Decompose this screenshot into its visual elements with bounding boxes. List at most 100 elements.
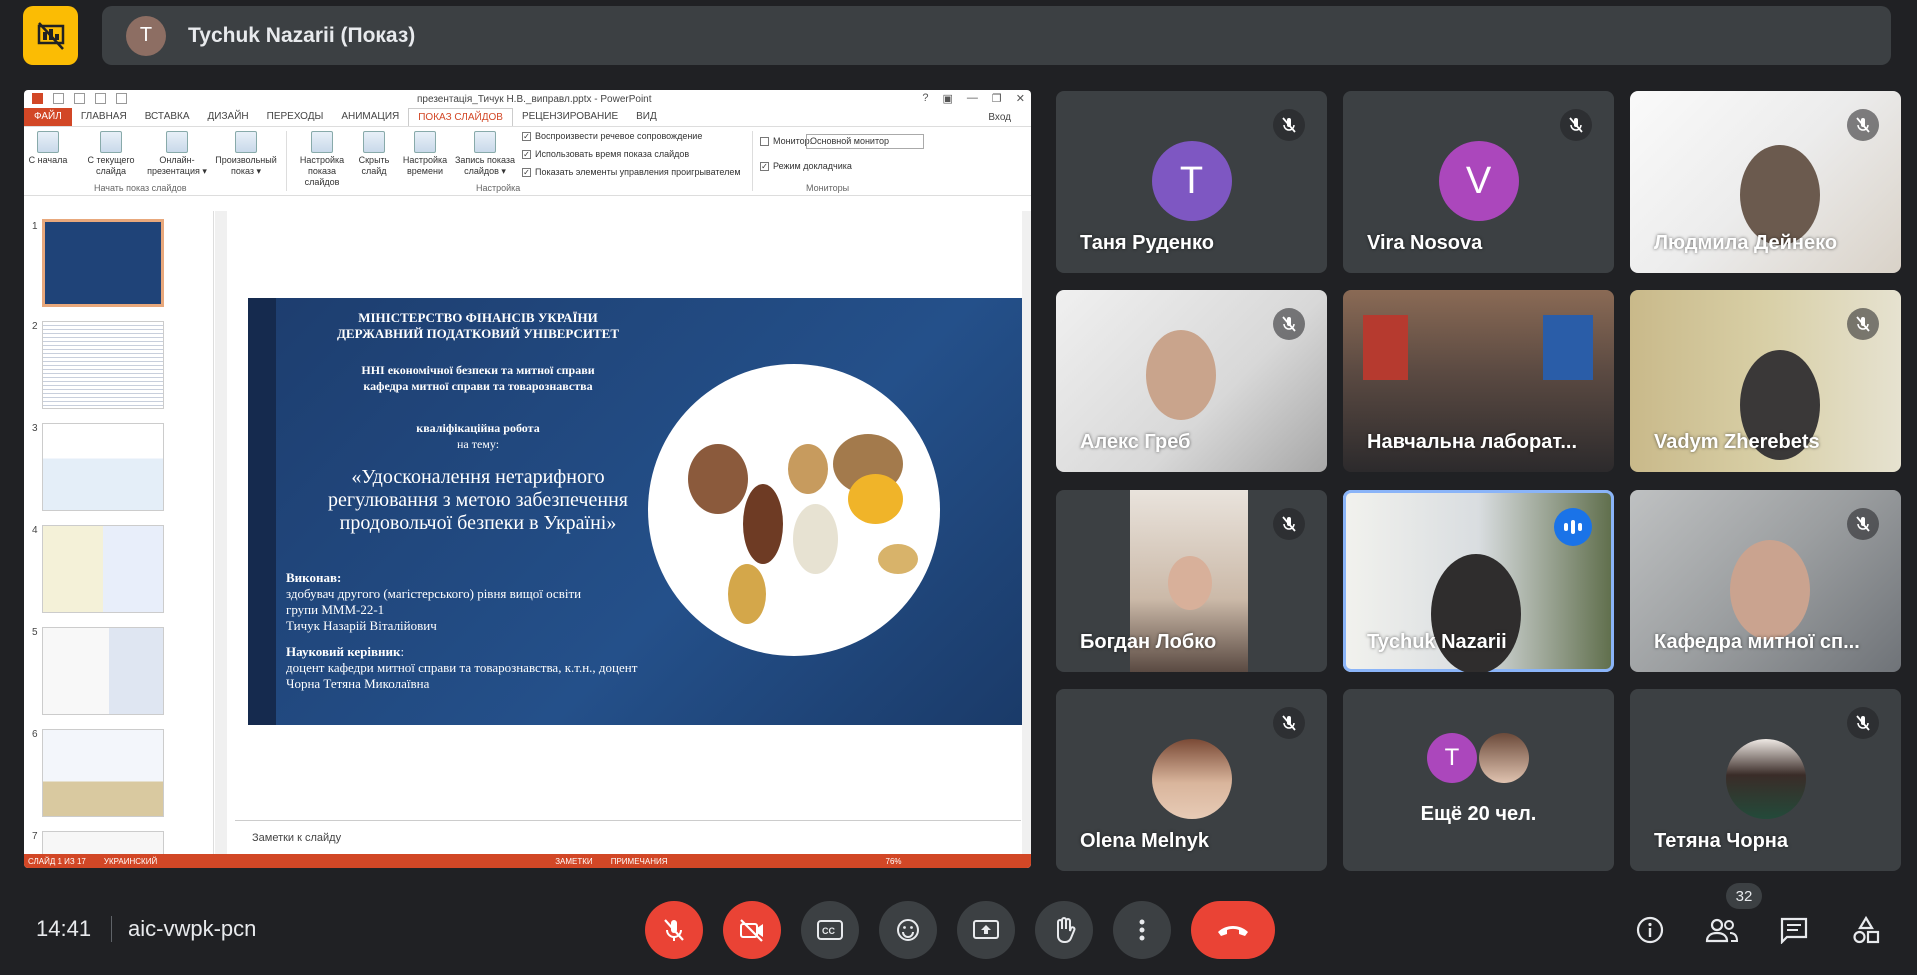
raise-hand-button[interactable] (1035, 901, 1093, 959)
video-person (1168, 556, 1212, 610)
custom-show-button[interactable]: Произвольный показ ▾ (214, 131, 278, 177)
participant-tile[interactable]: Кафедра митної сп... (1630, 490, 1901, 672)
captions-button[interactable]: CC (801, 901, 859, 959)
thumbnail-slide-6[interactable] (42, 729, 164, 817)
more-options-button[interactable] (1113, 901, 1171, 959)
meeting-time: 14:41 (36, 916, 92, 941)
rehearse-timing-button[interactable]: Настройка времени (398, 131, 452, 177)
narration-label: Воспроизвести речевое сопровождение (535, 131, 703, 141)
slide-title-line3: продовольчої безпеки в Україні» (339, 512, 617, 534)
video-person (1431, 554, 1521, 672)
record-show-button[interactable]: Запись показа слайдов ▾ (454, 131, 516, 177)
restore-button[interactable]: ❐ (992, 92, 1002, 105)
thumbnails-scrollbar[interactable] (215, 211, 227, 854)
slide-vertical-scrollbar[interactable] (1022, 211, 1031, 854)
leave-call-button[interactable] (1191, 901, 1275, 959)
more-participants-tile[interactable]: T Ещё 20 чел. (1343, 689, 1614, 871)
setup-show-button[interactable]: Настройка показа слайдов (292, 131, 352, 188)
thumbnail-slide-4[interactable] (42, 525, 164, 613)
tab-transitions[interactable]: ПЕРЕХОДЫ (258, 108, 333, 126)
slide-work-type: кваліфікаційна робота на тему: (288, 420, 668, 452)
presenter-view-label: Режим докладчика (773, 161, 852, 171)
from-start-button[interactable]: С начала (26, 131, 70, 166)
reactions-button[interactable] (879, 901, 937, 959)
slide-student-line1: здобувач другого (магістерського) рівня … (286, 586, 582, 601)
redo-icon[interactable] (74, 93, 85, 104)
from-current-button[interactable]: С текущего слайда (80, 131, 142, 177)
tab-review[interactable]: РЕЦЕНЗИРОВАНИЕ (513, 108, 627, 126)
participant-tile[interactable]: V Vira Nosova (1343, 91, 1614, 273)
ppt-window-title: презентація_Тичук Н.В._виправл.pptx - Po… (417, 94, 652, 105)
start-show-icon[interactable] (95, 93, 106, 104)
people-button[interactable] (1702, 910, 1742, 950)
tab-design[interactable]: ДИЗАЙН (199, 108, 258, 126)
chat-button[interactable] (1774, 910, 1814, 950)
participant-tile[interactable]: T Таня Руденко (1056, 91, 1327, 273)
slide-supervisor-line2: Чорна Тетяна Миколаївна (286, 676, 430, 691)
presenter-avatar: T (126, 15, 166, 56)
slide-ministry-line2: ДЕРЖАВНИЙ ПОДАТКОВИЙ УНІВЕРСИТЕТ (336, 326, 620, 341)
close-button[interactable]: ✕ (1016, 92, 1025, 105)
participant-tile[interactable]: Алекс Греб (1056, 290, 1327, 472)
status-comments-button[interactable]: ПРИМЕЧАНИЯ (611, 857, 668, 866)
slide-notes-input[interactable]: Заметки к слайду (235, 820, 1021, 854)
speaking-indicator-icon (1554, 508, 1592, 546)
tab-slideshow[interactable]: ПОКАЗ СЛАЙДОВ (408, 108, 513, 126)
save-icon[interactable] (116, 93, 127, 104)
participant-tile[interactable]: Olena Melnyk (1056, 689, 1327, 871)
narration-checkbox[interactable]: ✓ Воспроизвести речевое сопровождение (522, 131, 702, 141)
tab-view[interactable]: ВИД (627, 108, 666, 126)
meeting-code[interactable]: aic-vwpk-pcn (128, 916, 256, 942)
status-zoom[interactable]: 76% (886, 857, 902, 866)
participant-name: Навчальна лаборат... (1367, 431, 1578, 453)
presenter-view-checkbox[interactable]: ✓ Режим докладчика (760, 161, 852, 171)
thumb-number: 7 (32, 831, 38, 842)
current-slide[interactable]: МІНІСТЕРСТВО ФІНАНСІВ УКРАЇНИ ДЕРЖАВНИЙ … (248, 298, 1029, 725)
timings-checkbox[interactable]: ✓ Использовать время показа слайдов (522, 149, 689, 159)
map-continent (688, 444, 748, 514)
activities-button[interactable] (1846, 910, 1886, 950)
participant-tile[interactable]: Vadym Zherebets (1630, 290, 1901, 472)
monitor-select[interactable]: Основной монитор (806, 134, 924, 149)
participant-tile[interactable]: Людмила Дейнеко (1630, 91, 1901, 273)
captions-icon: CC (817, 920, 843, 940)
present-screen-button[interactable] (957, 901, 1015, 959)
meeting-info-button[interactable] (1630, 910, 1670, 950)
hide-slide-icon (363, 131, 385, 153)
thumb-number: 1 (32, 221, 38, 232)
thumbnail-slide-5[interactable] (42, 627, 164, 715)
participant-tile[interactable]: Тетяна Чорна (1630, 689, 1901, 871)
thumbnail-slide-3[interactable] (42, 423, 164, 511)
mic-toggle-button[interactable] (645, 901, 703, 959)
help-button[interactable]: ? (922, 92, 928, 105)
participant-tile[interactable]: Богдан Лобко (1056, 490, 1327, 672)
slide-title: «Удосконалення нетарифного регулювання з… (278, 466, 678, 535)
tab-insert[interactable]: ВСТАВКА (136, 108, 199, 126)
online-present-label: Онлайн-презентация ▾ (147, 155, 207, 176)
camera-toggle-button[interactable] (723, 901, 781, 959)
login-link[interactable]: Вход (988, 112, 1011, 123)
present-icon (973, 920, 999, 939)
ribbon-display-button[interactable]: ▣ (943, 92, 953, 105)
thumbnail-slide-1[interactable] (42, 219, 164, 307)
thumbnail-slide-7[interactable] (42, 831, 164, 854)
presentation-off-icon[interactable] (23, 6, 78, 65)
hide-slide-button[interactable]: Скрыть слайд (354, 131, 394, 177)
status-language[interactable]: УКРАИНСКИЙ (104, 857, 157, 866)
checkbox-checked-icon: ✓ (760, 161, 769, 171)
undo-icon[interactable] (53, 93, 64, 104)
thumbnail-slide-2[interactable] (42, 321, 164, 409)
minimize-button[interactable]: — (967, 92, 978, 105)
participant-tile-active[interactable]: Tychuk Nazarii (1343, 490, 1614, 672)
ribbon-separator (752, 131, 753, 191)
tab-file[interactable]: ФАЙЛ (24, 108, 72, 126)
tab-animation[interactable]: АНИМАЦИЯ (332, 108, 408, 126)
controls-checkbox[interactable]: ✓ Показать элементы управления проигрыват… (522, 167, 741, 177)
participant-name: Olena Melnyk (1080, 830, 1209, 852)
tab-home[interactable]: ГЛАВНАЯ (72, 108, 136, 126)
status-notes-button[interactable]: ЗАМЕТКИ (555, 857, 592, 866)
mic-off-icon (1273, 308, 1305, 340)
online-present-button[interactable]: Онлайн-презентация ▾ (146, 131, 208, 177)
participant-tile[interactable]: Навчальна лаборат... (1343, 290, 1614, 472)
slide-student-line2: групи МММ-22-1 (286, 602, 385, 617)
